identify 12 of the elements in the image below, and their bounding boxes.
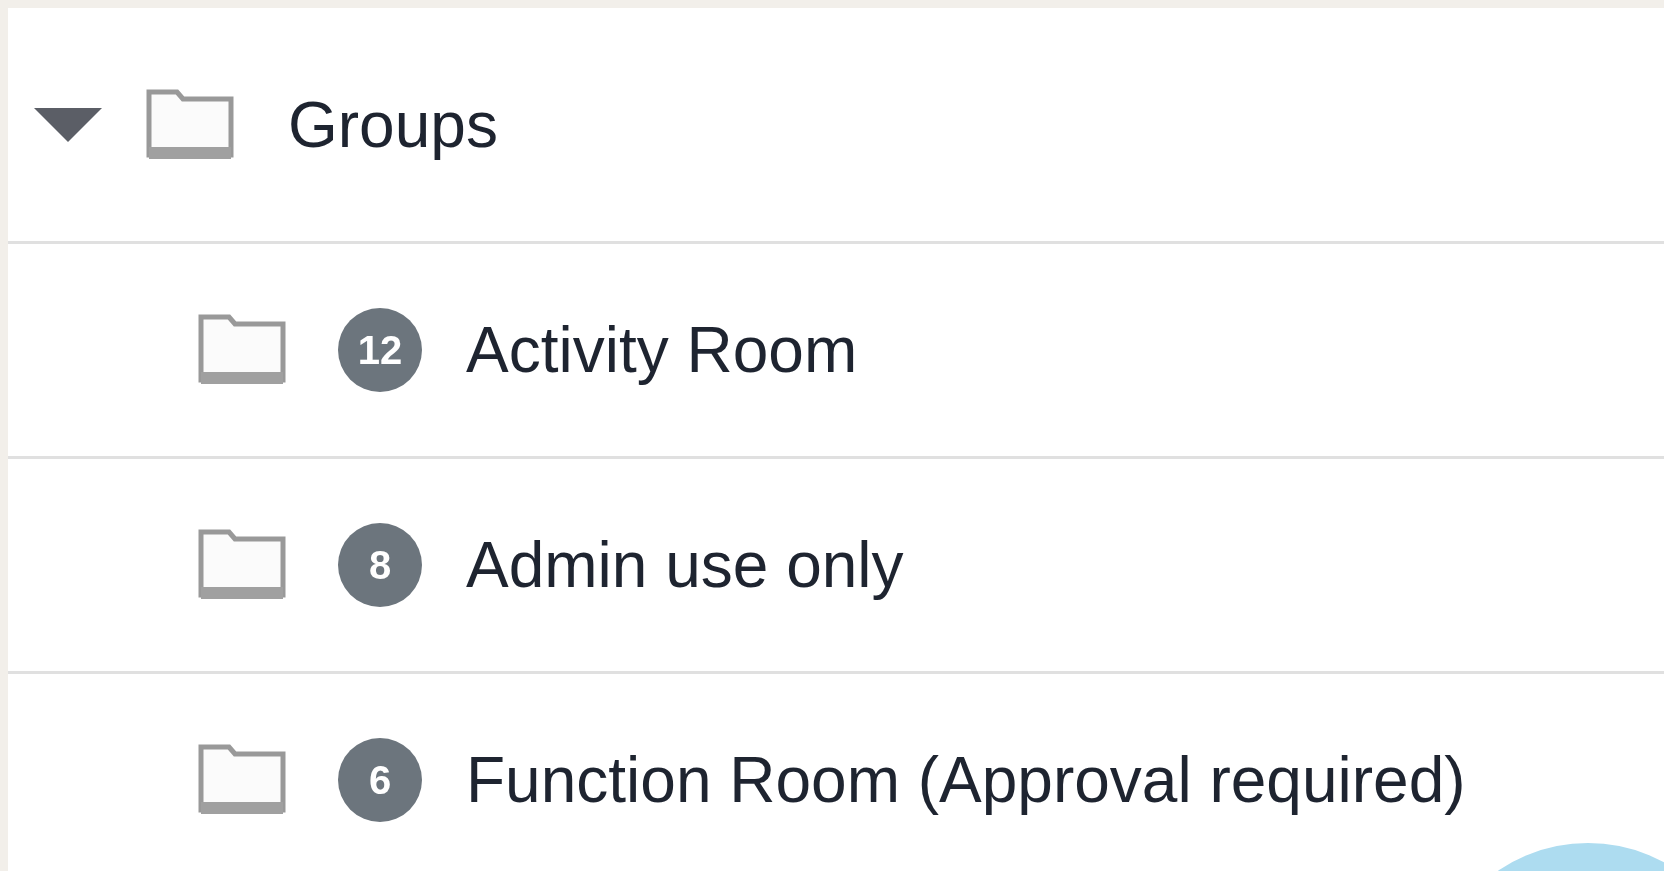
count-badge: 12 <box>338 308 422 392</box>
folder-icon <box>198 314 286 386</box>
folder-icon <box>198 529 286 601</box>
tree-item-label[interactable]: Activity Room <box>466 302 858 398</box>
tree-item-label[interactable]: Groups <box>288 76 498 173</box>
folder-icon <box>146 88 234 161</box>
count-badge: 6 <box>338 738 422 822</box>
count-badge: 8 <box>338 523 422 607</box>
tree-item-label[interactable]: Admin use only <box>466 517 904 613</box>
folder-icon <box>198 744 286 816</box>
caret-icon[interactable] <box>34 107 102 142</box>
tree-item-label[interactable]: Function Room (Approval required) <box>466 732 1466 828</box>
